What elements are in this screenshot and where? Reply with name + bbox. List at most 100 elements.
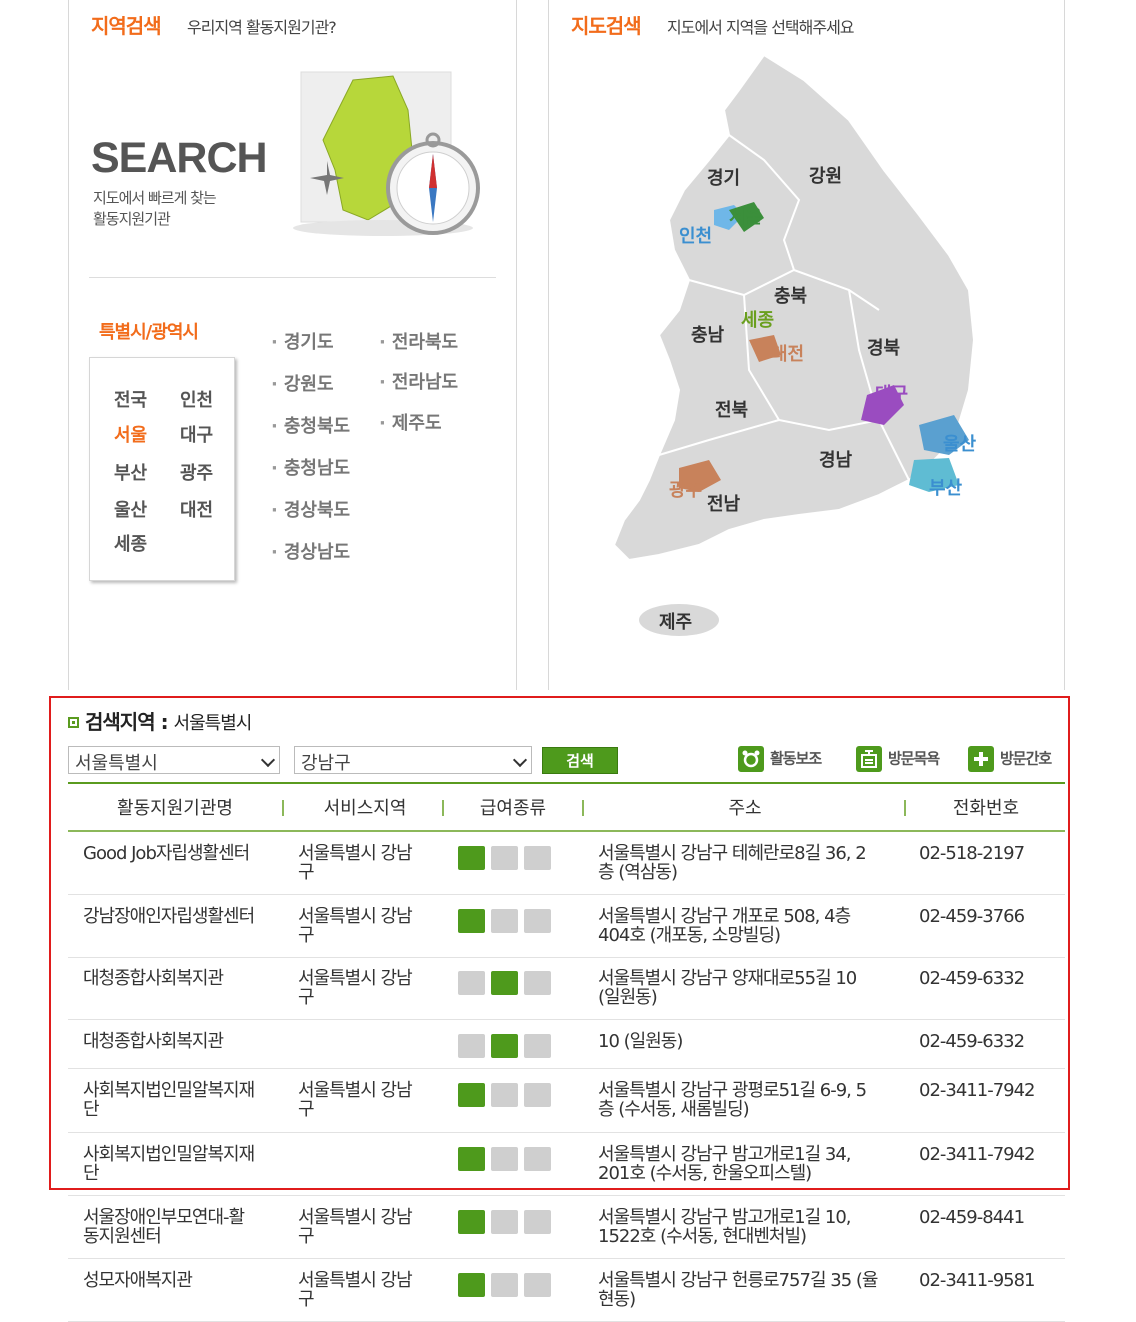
map-label-jeju[interactable]: 제주: [659, 608, 692, 634]
address-cell: 서울특별시 강남구 광평로51길 6-9, 5층 (수서동, 새롬빌딩): [598, 1081, 908, 1119]
bullet-icon: [68, 717, 79, 728]
metro-item-daejeon[interactable]: 대전: [180, 496, 213, 522]
map-label-ulsan[interactable]: 울산: [943, 430, 976, 456]
table-row[interactable]: 대청종합사회복지관 서울특별시 강남 구 서울특별시 강남구 양재대로55길 10 (일…: [68, 957, 1065, 1020]
table-row[interactable]: 성모자애복지관 서울특별시 강남 구 서울특별시 강남구 헌릉로757길 35 (율 현…: [68, 1259, 1065, 1322]
benefit-type-icons: [458, 1210, 551, 1234]
map-label-daegu[interactable]: 대구: [875, 380, 908, 406]
province-chungnam[interactable]: 충청남도: [271, 454, 350, 480]
address-cell: 서울특별시 강남구 밤고개로1길 34, 201호 (수서동, 한울오피스텔): [598, 1145, 908, 1183]
metro-item-ulsan[interactable]: 울산: [114, 496, 147, 522]
bathtub-icon: [491, 1210, 518, 1234]
address-cell-line1: 서울특별시 강남구 테헤란로8길 36, 2: [598, 843, 867, 864]
agency-name-cell[interactable]: 강남장애인자립생활센터: [83, 907, 288, 926]
header-service-area: 서비스지역: [323, 798, 407, 819]
table-row[interactable]: Good Job자립생활센터 서울특별시 강남 구 서울특별시 강남구 테헤란로8길 …: [68, 832, 1065, 895]
agency-name-cell[interactable]: 사회복지법인밀알복지재 단: [83, 1145, 288, 1183]
agency-name-cell[interactable]: 서울장애인부모연대-활 동지원센터: [83, 1208, 288, 1246]
table-row[interactable]: 사회복지법인밀알복지재 단 서울특별시 강남구 밤고개로1길 34, 201호 (수서…: [68, 1133, 1065, 1196]
address-cell: 서울특별시 강남구 테헤란로8길 36, 2층 (역삼동): [598, 844, 908, 882]
map-label-daejeon[interactable]: 대전: [771, 340, 804, 366]
agency-name-cell-line2: 단: [83, 1099, 100, 1120]
metro-item-seoul[interactable]: 서울: [114, 421, 147, 447]
province-gyeongbuk[interactable]: 경상북도: [271, 496, 350, 522]
header-separator: [282, 800, 284, 816]
address-cell-line1: 서울특별시 강남구 밤고개로1길 10,: [598, 1207, 852, 1228]
agency-name-cell[interactable]: 성모자애복지관: [83, 1271, 288, 1290]
address-cell: 10 (일원동): [598, 1032, 908, 1051]
bathtub-icon: [491, 1273, 518, 1297]
map-label-chungbuk[interactable]: 충북: [774, 282, 807, 308]
map-label-gangwon[interactable]: 강원: [809, 162, 842, 188]
address-cell: 서울특별시 강남구 밤고개로1길 10, 1522호 (수서동, 현대벤처빌): [598, 1208, 908, 1246]
activity-support-icon: [458, 1034, 485, 1058]
activity-support-icon: [458, 909, 485, 933]
table-row[interactable]: 대청종합사회복지관 10 (일원동) 02-459-6332: [68, 1020, 1065, 1069]
province-chungbuk[interactable]: 충청북도: [271, 412, 350, 438]
metro-item-sejong[interactable]: 세종: [114, 530, 147, 556]
agency-name-cell[interactable]: Good Job자립생활센터: [83, 844, 288, 863]
header-agency-name: 활동지원기관명: [117, 798, 233, 819]
city-select-value: 서울특별시: [75, 753, 158, 774]
city-select[interactable]: 서울특별시: [68, 746, 280, 774]
address-cell-line1: 서울특별시 강남구 헌릉로757길 35 (율: [598, 1270, 878, 1291]
map-label-gyeongnam[interactable]: 경남: [819, 446, 852, 472]
search-desc-line1: 지도에서 빠르게 찾는: [93, 189, 217, 207]
benefit-type-icons: [458, 1083, 551, 1107]
table-row[interactable]: 사회복지법인밀알복지재 단 서울특별시 강남 구 서울특별시 강남구 광평로51길 6-…: [68, 1069, 1065, 1133]
address-cell-line2: (일원동): [598, 987, 658, 1008]
map-label-busan[interactable]: 부산: [929, 474, 962, 500]
agency-name-cell-line2: 동지원센터: [83, 1226, 162, 1247]
agency-name-cell-line1: 강남장애인자립생활센터: [83, 906, 255, 927]
metro-item-daegu[interactable]: 대구: [180, 421, 213, 447]
service-area-cell-line2: 구: [298, 987, 315, 1008]
map-label-gyeongbuk[interactable]: 경북: [867, 334, 900, 360]
legend-home-nursing: 방문간호: [968, 746, 1052, 772]
legend-activity-support: 활동보조: [738, 746, 822, 772]
province-jeonbuk[interactable]: 전라북도: [379, 328, 458, 354]
benefit-type-icons: [458, 846, 551, 870]
province-jeju[interactable]: 제주도: [379, 409, 442, 435]
service-area-cell-line1: 서울특별시 강남: [298, 1207, 413, 1228]
agency-name-cell[interactable]: 대청종합사회복지관: [83, 1032, 288, 1051]
map-label-chungnam[interactable]: 충남: [691, 321, 724, 347]
map-label-jeonbuk[interactable]: 전북: [715, 396, 748, 422]
plus-icon: [524, 1273, 551, 1297]
phone-cell: 02-459-6332: [919, 968, 1025, 989]
chevron-down-icon: [260, 752, 276, 768]
agency-name-cell[interactable]: 사회복지법인밀알복지재 단: [83, 1081, 288, 1119]
table-row[interactable]: 강남장애인자립생활센터 서울특별시 강남 구 서울특별시 강남구 개포로 508, 4…: [68, 895, 1065, 958]
map-label-sejong[interactable]: 세종: [741, 306, 774, 332]
search-button[interactable]: 검색: [542, 747, 618, 774]
map-label-incheon[interactable]: 인천: [679, 222, 712, 248]
province-gangwon[interactable]: 강원도: [271, 370, 334, 396]
district-select[interactable]: 강남구: [294, 746, 532, 774]
agency-name-cell[interactable]: 대청종합사회복지관: [83, 969, 288, 988]
map-label-seoul[interactable]: 서울: [729, 203, 762, 229]
table-row[interactable]: 서울장애인부모연대-활 동지원센터 서울특별시 강남 구 서울특별시 강남구 밤고개로1…: [68, 1196, 1065, 1259]
compass-map-illustration: [293, 71, 480, 236]
address-cell-line2: 1522호 (수서동, 현대벤처빌): [598, 1226, 807, 1247]
service-area-cell-line2: 구: [298, 862, 315, 883]
agency-name-cell-line1: 사회복지법인밀알복지재: [83, 1144, 255, 1165]
province-jeonnam[interactable]: 전라남도: [379, 368, 458, 394]
map-label-gwangju[interactable]: 광주: [669, 476, 702, 502]
map-search-title: 지도검색: [571, 14, 642, 38]
metro-item-incheon[interactable]: 인천: [180, 386, 213, 412]
bathtub-icon: [491, 846, 518, 870]
address-cell-line2: 현동): [598, 1289, 636, 1310]
service-area-cell: 서울특별시 강남 구: [298, 1208, 448, 1246]
metro-item-nationwide[interactable]: 전국: [114, 386, 147, 412]
table-header-top-line: [68, 782, 1065, 784]
map-label-gyeonggi[interactable]: 경기: [707, 164, 740, 190]
province-gyeonggi[interactable]: 경기도: [271, 328, 334, 354]
metro-item-gwangju[interactable]: 광주: [180, 459, 213, 485]
map-label-jeonnam[interactable]: 전남: [707, 490, 740, 516]
address-cell-line1: 서울특별시 강남구 광평로51길 6-9, 5: [598, 1080, 867, 1101]
agency-name-cell-line1: Good Job자립생활센터: [83, 843, 250, 864]
province-gyeongnam[interactable]: 경상남도: [271, 538, 350, 564]
metro-item-busan[interactable]: 부산: [114, 459, 147, 485]
korea-map[interactable]: [549, 40, 1064, 640]
district-select-value: 강남구: [301, 753, 351, 774]
phone-cell: 02-459-6332: [919, 1031, 1025, 1052]
